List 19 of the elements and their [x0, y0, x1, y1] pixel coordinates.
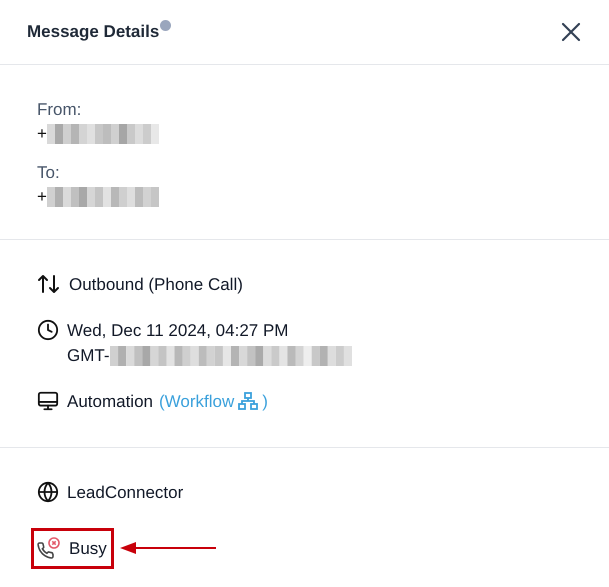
sitemap-icon — [238, 392, 258, 410]
phone-missed-icon — [37, 536, 61, 560]
monitor-icon — [37, 390, 59, 412]
panel-title: Message Details — [27, 21, 160, 44]
globe-icon — [37, 481, 59, 503]
contact-label: To: — [37, 162, 61, 184]
workflow-link[interactable]: (Workflow ) — [159, 388, 268, 414]
detail-text: LeadConnector — [67, 482, 184, 504]
contact-label: From: — [37, 99, 82, 121]
info-icon — [160, 20, 172, 32]
phone-number: + — [37, 123, 47, 145]
detail-text: Busy — [69, 538, 107, 560]
phone-number: + — [37, 186, 47, 208]
timezone-text: GMT- — [67, 345, 110, 367]
detail-text: Outbound (Phone Call) — [69, 274, 243, 296]
up-down-arrows-icon — [37, 273, 61, 295]
detail-text: Wed, Dec 11 2024, 04:27 PM — [67, 320, 288, 342]
detail-text: Automation — [67, 390, 153, 412]
clock-icon — [37, 318, 59, 340]
